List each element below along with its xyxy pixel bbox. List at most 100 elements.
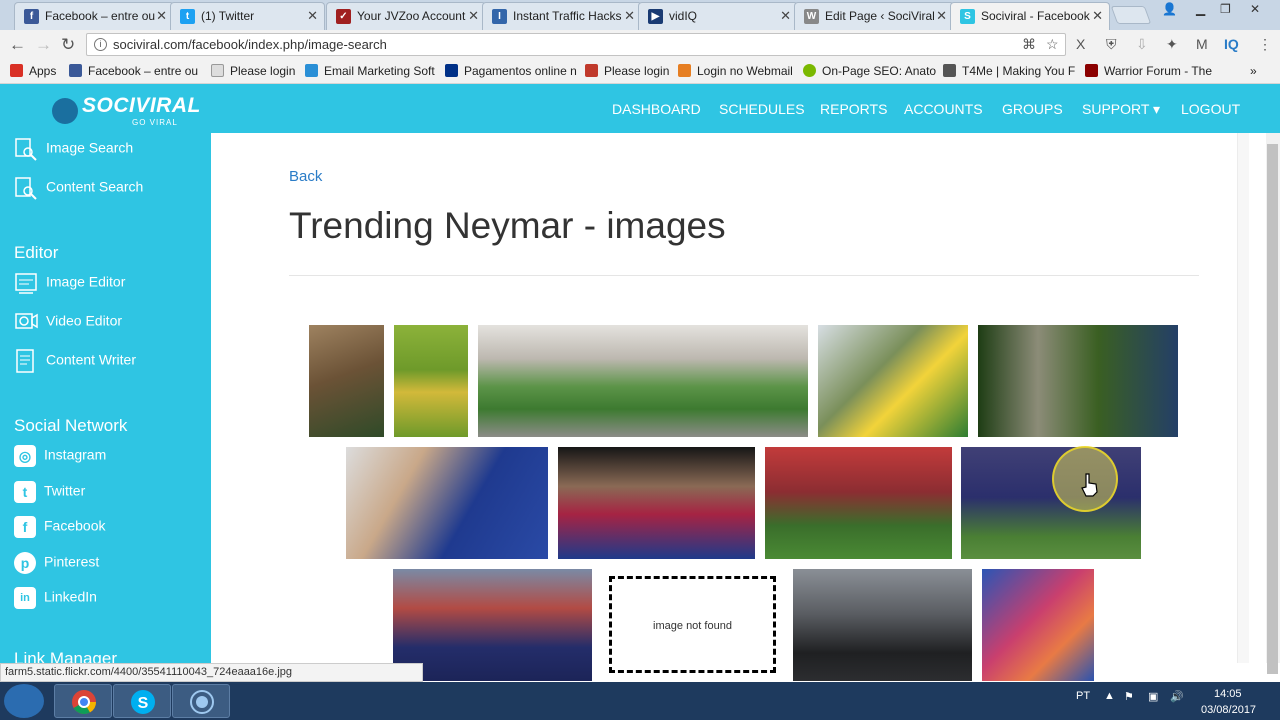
gmail-extension-icon[interactable]: M — [1196, 36, 1208, 52]
sidebar-item-image-search[interactable]: Image Search — [14, 137, 133, 161]
bookmark-item[interactable]: Facebook – entre ou — [69, 64, 198, 78]
skype-taskbar-icon[interactable]: S — [113, 684, 171, 718]
download-extension-icon[interactable]: ⇩ — [1136, 36, 1148, 53]
browser-tab-active[interactable]: S Sociviral - Facebook ✕ — [950, 2, 1110, 30]
image-child-grass[interactable] — [394, 325, 468, 437]
sidebar-item-image-editor[interactable]: Image Editor — [14, 271, 125, 295]
address-bar[interactable]: i sociviral.com/facebook/index.php/image… — [86, 33, 1066, 56]
sidebar-item-facebook[interactable]: f Facebook — [14, 516, 105, 538]
nav-dashboard[interactable]: DASHBOARD — [612, 101, 701, 117]
star-icon[interactable]: ☆ — [1046, 36, 1059, 53]
image-fans-celebration[interactable] — [818, 325, 968, 437]
bookmark-item[interactable]: Pagamentos online n — [445, 64, 577, 78]
sidebar-item-content-writer[interactable]: Content Writer — [14, 349, 136, 373]
close-tab-icon[interactable]: ✕ — [156, 8, 167, 24]
warrior-forum-icon — [1085, 64, 1098, 77]
translate-icon[interactable]: ⌘ — [1022, 36, 1036, 53]
close-tab-icon[interactable]: ✕ — [936, 8, 947, 24]
image-stadium[interactable] — [478, 325, 808, 437]
reload-icon[interactable]: ↻ — [61, 35, 75, 55]
nav-schedules[interactable]: SCHEDULES — [719, 101, 805, 117]
browser-tab[interactable]: t (1) Twitter ✕ — [170, 2, 325, 30]
bookmark-item[interactable]: Email Marketing Soft — [305, 64, 435, 78]
bookmark-apps[interactable]: Apps — [10, 64, 56, 78]
bookmarks-overflow-icon[interactable]: » — [1250, 64, 1257, 78]
link-manager-heading: Link Manager — [14, 649, 118, 663]
tray-arrow-icon[interactable]: ▲ — [1104, 690, 1115, 702]
sociviral-logo[interactable]: SOCIVIRAL GO VIRAL — [52, 94, 202, 127]
browser-tab[interactable]: W Edit Page ‹ SociViral ✕ — [794, 2, 954, 30]
new-tab-button[interactable] — [1110, 6, 1152, 24]
image-neymar-barca-shirt[interactable] — [558, 447, 755, 559]
nav-accounts[interactable]: ACCOUNTS — [904, 101, 983, 117]
image-neymar-pitch-1[interactable] — [765, 447, 952, 559]
close-window-icon[interactable]: ✕ — [1250, 2, 1260, 16]
browser-tab[interactable]: ▶ vidIQ ✕ — [638, 2, 798, 30]
clock-time[interactable]: 14:05 — [1214, 688, 1242, 700]
bookmark-item[interactable]: Warrior Forum - The — [1085, 64, 1212, 78]
paypal-icon — [445, 64, 458, 77]
tab-title: Facebook – entre ou — [45, 9, 156, 23]
language-indicator[interactable]: PT — [1076, 690, 1090, 702]
close-tab-icon[interactable]: ✕ — [780, 8, 791, 24]
bookmark-item[interactable]: Please login — [585, 64, 669, 78]
bookmark-item[interactable]: Login no Webmail — [678, 64, 793, 78]
image-mourinho[interactable] — [793, 569, 972, 681]
facebook-icon — [69, 64, 82, 77]
nav-reports[interactable]: REPORTS — [820, 101, 887, 117]
sidebar-item-content-search[interactable]: Content Search — [14, 176, 143, 200]
image-hazard-ball[interactable] — [346, 447, 548, 559]
browser-tab[interactable]: f Facebook – entre ou ✕ — [14, 2, 174, 30]
browser-tab[interactable]: I Instant Traffic Hacks ✕ — [482, 2, 642, 30]
browser-tab[interactable]: ✓ Your JVZoo Account ✕ — [326, 2, 486, 30]
close-tab-icon[interactable]: ✕ — [624, 8, 635, 24]
nav-support[interactable]: SUPPORT ▾ — [1082, 101, 1160, 118]
webmail-icon — [678, 64, 691, 77]
pinterest-icon: p — [14, 552, 36, 574]
user-icon[interactable]: 👤 — [1162, 2, 1177, 16]
close-tab-icon[interactable]: ✕ — [307, 8, 318, 24]
address-url: sociviral.com/facebook/index.php/image-s… — [113, 37, 387, 52]
bookmark-item[interactable]: T4Me | Making You F — [943, 64, 1075, 78]
bookmark-item[interactable]: On-Page SEO: Anato — [803, 64, 936, 78]
sidebar-item-video-editor[interactable]: Video Editor — [14, 310, 122, 334]
image-trophy-neymar[interactable] — [978, 325, 1178, 437]
sidebar-item-instagram[interactable]: ◎ Instagram — [14, 445, 106, 467]
facebook-icon: f — [14, 516, 36, 538]
back-link[interactable]: Back — [289, 168, 322, 185]
sidebar-item-pinterest[interactable]: p Pinterest — [14, 552, 99, 574]
x-extension-icon[interactable]: X — [1076, 36, 1085, 52]
close-tab-icon[interactable]: ✕ — [1092, 8, 1103, 24]
clock-date[interactable]: 03/08/2017 — [1201, 704, 1256, 716]
flag-icon[interactable]: ⚑ — [1124, 690, 1134, 703]
tab-title: Your JVZoo Account — [357, 9, 466, 23]
image-neymar-psg[interactable] — [982, 569, 1094, 681]
puzzle-extension-icon[interactable]: ✦ — [1166, 36, 1178, 53]
info-icon[interactable]: i — [94, 38, 107, 51]
nav-logout[interactable]: LOGOUT — [1181, 101, 1240, 117]
bookmark-item[interactable]: Please login — [211, 64, 295, 78]
windows-start-icon[interactable] — [4, 684, 44, 718]
restore-icon[interactable]: ❐ — [1220, 2, 1231, 16]
site-header: SOCIVIRAL GO VIRAL DASHBOARD SCHEDULES R… — [0, 84, 1280, 133]
recorder-taskbar-icon[interactable] — [172, 684, 230, 718]
page-scrollbar-thumb[interactable] — [1267, 144, 1278, 674]
iq-extension-icon[interactable]: IQ — [1224, 36, 1239, 52]
menu-icon[interactable]: ⋮ — [1258, 36, 1272, 53]
forward-arrow-icon[interactable]: → — [35, 35, 52, 55]
wordpress-favicon-icon: W — [804, 9, 819, 24]
network-icon[interactable]: ▣ — [1148, 690, 1158, 703]
shopping-extension-icon[interactable]: ⛨ — [1106, 36, 1117, 53]
back-arrow-icon[interactable]: ← — [9, 35, 26, 55]
image-child-parent[interactable] — [309, 325, 384, 437]
image-editor-icon — [15, 273, 37, 294]
sidebar-item-twitter[interactable]: t Twitter — [14, 481, 85, 503]
volume-icon[interactable]: 🔊 — [1170, 690, 1184, 703]
sidebar-item-linkedin[interactable]: in LinkedIn — [14, 587, 97, 609]
tab-title: (1) Twitter — [201, 9, 255, 23]
social-network-heading: Social Network — [14, 416, 128, 435]
nav-groups[interactable]: GROUPS — [1002, 101, 1063, 117]
chrome-taskbar-icon[interactable] — [54, 684, 112, 718]
minimize-icon[interactable]: ▁ — [1196, 2, 1205, 16]
close-tab-icon[interactable]: ✕ — [468, 8, 479, 24]
